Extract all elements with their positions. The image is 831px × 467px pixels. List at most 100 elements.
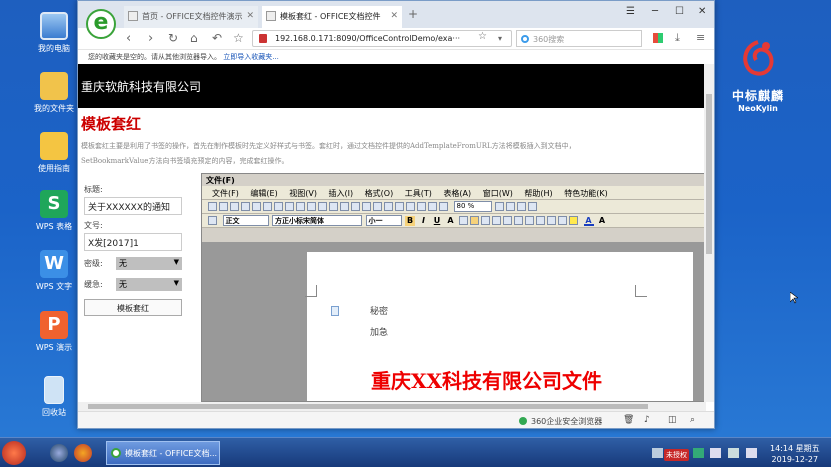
undo-close-icon[interactable]: ↶	[212, 31, 222, 45]
volume-icon[interactable]	[746, 448, 757, 458]
trash-icon[interactable]: 🗑	[623, 415, 634, 425]
home-icon[interactable]: ⌂	[190, 31, 198, 45]
paste-icon[interactable]	[318, 202, 327, 211]
menu-table[interactable]: 表格(A)	[443, 189, 471, 198]
increase-indent-icon[interactable]	[558, 216, 567, 225]
desktop-icon-guide[interactable]: 使用指南	[26, 132, 82, 174]
show-hide-icon[interactable]	[439, 202, 448, 211]
desktop-icon-wps-sheet[interactable]: S WPS 表格	[26, 190, 82, 232]
redo-icon[interactable]	[351, 202, 360, 211]
char-scale-icon[interactable]: A	[446, 216, 456, 226]
secret-select[interactable]: 无 ▼	[116, 257, 182, 270]
align-center-icon[interactable]	[470, 216, 479, 225]
bookmark-star-icon[interactable]: ☆	[478, 31, 487, 42]
grow-font-icon[interactable]: A	[597, 216, 607, 226]
menu-insert[interactable]: 插入(I)	[329, 189, 354, 198]
menu-edit[interactable]: 编辑(E)	[250, 189, 277, 198]
permission-icon[interactable]	[241, 202, 250, 211]
clock[interactable]: 14:14 星期五 2019-12-27	[770, 443, 820, 465]
download-icon[interactable]: ⤓	[675, 31, 680, 45]
print-icon[interactable]	[252, 202, 261, 211]
line-spacing-icon[interactable]	[514, 216, 523, 225]
apps-icon[interactable]	[653, 33, 663, 43]
align-left-icon[interactable]	[459, 216, 468, 225]
urgency-select[interactable]: 无 ▼	[116, 278, 182, 291]
display-icon[interactable]	[728, 448, 739, 458]
horizontal-scrollbar[interactable]	[78, 402, 706, 411]
mail-icon[interactable]	[710, 448, 721, 458]
favorite-star-icon[interactable]: ☆	[233, 31, 244, 45]
scroll-thumb[interactable]	[88, 404, 648, 409]
maximize-icon[interactable]: ☐	[675, 6, 684, 17]
tables-icon[interactable]	[373, 202, 382, 211]
save-icon[interactable]	[230, 202, 239, 211]
document-page[interactable]: 秘密 加急 重庆XX科技有限公司文件	[305, 252, 693, 401]
columns-icon[interactable]	[406, 202, 415, 211]
forward-icon[interactable]: ›	[148, 31, 153, 46]
excel-icon[interactable]	[395, 202, 404, 211]
new-icon[interactable]	[208, 202, 217, 211]
dropdown-icon[interactable]: ▾	[498, 34, 502, 43]
firefox-icon[interactable]	[74, 444, 92, 462]
help-icon[interactable]	[506, 202, 515, 211]
back-icon[interactable]: ‹	[126, 31, 131, 46]
desktop-icon-wps-present[interactable]: P WPS 演示	[26, 311, 82, 353]
find-icon[interactable]	[517, 202, 526, 211]
italic-icon[interactable]: I	[419, 216, 429, 226]
doc-map-icon[interactable]	[428, 202, 437, 211]
tray-app-icon[interactable]	[652, 448, 663, 458]
copy-icon[interactable]	[307, 202, 316, 211]
styles-icon[interactable]	[208, 216, 217, 225]
justify-icon[interactable]	[492, 216, 501, 225]
print-preview-icon[interactable]	[263, 202, 272, 211]
numbering-icon[interactable]	[525, 216, 534, 225]
menu-view[interactable]: 视图(V)	[289, 189, 317, 198]
apply-template-button[interactable]: 模板套红	[84, 299, 182, 316]
sound-icon[interactable]: ♪	[644, 415, 650, 425]
refresh-icon[interactable]: ↻	[168, 31, 178, 45]
new-tab-icon[interactable]: +	[408, 7, 418, 21]
desktop-icon-my-folder[interactable]: 我的文件夹	[26, 72, 82, 114]
research-icon[interactable]	[285, 202, 294, 211]
zoom-icon[interactable]: ⌕	[690, 415, 695, 425]
menu-help[interactable]: 帮助(H)	[524, 189, 552, 198]
size-select[interactable]: 小一	[365, 215, 402, 226]
menu-format[interactable]: 格式(O)	[365, 189, 394, 198]
address-bar[interactable]: 192.168.0.171:8090/OfficeControlDemo/exa…	[252, 30, 512, 47]
scroll-thumb[interactable]	[706, 94, 712, 254]
style-select[interactable]: 正文	[222, 215, 269, 226]
bullets-icon[interactable]	[536, 216, 545, 225]
close-icon[interactable]: ✕	[246, 11, 254, 21]
tab-home[interactable]: 首页 - OFFICE文档控件演示 ✕	[124, 6, 258, 28]
browser-logo-icon[interactable]: e	[86, 9, 116, 39]
desktop-icon-my-computer[interactable]: 我的电脑	[26, 12, 82, 54]
desktop-icon-recycle-bin[interactable]: 回收站	[26, 376, 82, 418]
cut-icon[interactable]	[296, 202, 305, 211]
desktop-icon-wps-writer[interactable]: W WPS 文字	[26, 250, 82, 292]
office-file-menu[interactable]: 文件(F)	[202, 174, 705, 186]
window-icon[interactable]: ◫	[668, 415, 677, 425]
bold-icon[interactable]: B	[405, 216, 415, 226]
close-window-icon[interactable]: ✕	[698, 6, 706, 17]
start-menu-icon[interactable]	[2, 441, 26, 465]
menu-features[interactable]: 特色功能(K)	[564, 189, 608, 198]
document-area[interactable]: 秘密 加急 重庆XX科技有限公司文件	[202, 242, 705, 401]
font-select[interactable]: 方正小标宋简体	[272, 215, 362, 226]
menu-icon[interactable]: ☰	[626, 6, 635, 17]
tab-template[interactable]: 模板套红 - OFFICE文档控件 ✕	[262, 6, 402, 28]
open-icon[interactable]	[219, 202, 228, 211]
spell-check-icon[interactable]	[274, 202, 283, 211]
hyperlink-icon[interactable]	[362, 202, 371, 211]
tray-shield-icon[interactable]	[693, 448, 704, 458]
menu-file[interactable]: 文件(F)	[212, 189, 239, 198]
unlicensed-badge[interactable]: 未授权	[664, 449, 689, 461]
taskbar-window-button[interactable]: 模板套红 - OFFICE文档...	[106, 441, 220, 465]
format-painter-icon[interactable]	[329, 202, 338, 211]
minimize-icon[interactable]: ─	[652, 6, 658, 17]
close-icon[interactable]: ✕	[390, 11, 398, 21]
settings-icon[interactable]	[528, 202, 537, 211]
drawing-icon[interactable]	[417, 202, 426, 211]
docno-input[interactable]: X发[2017]1	[84, 233, 182, 251]
network-icon[interactable]	[50, 444, 68, 462]
title-input[interactable]: 关于XXXXXX的通知	[84, 197, 182, 215]
